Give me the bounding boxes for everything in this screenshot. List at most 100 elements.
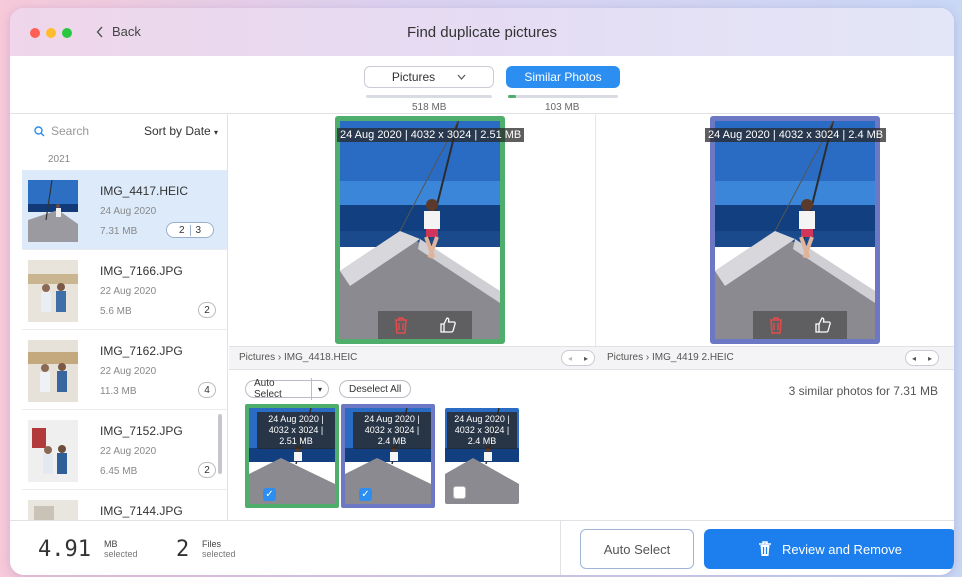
sort-by-date-button[interactable]: Sort by Date ▾ <box>144 124 218 138</box>
badge-part-b: 3 <box>195 224 202 236</box>
path-bar: Pictures › IMG_4418.HEIC ◂ ▸ Pictures › I… <box>229 346 954 370</box>
preview-photo <box>715 121 875 339</box>
similar-photo-tile[interactable]: 24 Aug 2020 | 4032 x 3024 | 2.4 MB ✓ <box>341 404 435 508</box>
badge-part-a: 2 <box>174 224 191 236</box>
tile-checkbox[interactable] <box>453 486 466 499</box>
preview-actions <box>378 311 472 339</box>
tile-checkbox[interactable]: ✓ <box>359 488 372 501</box>
unit-label: MB <box>104 539 118 549</box>
sidebar: Search Sort by Date ▾ 2021 IMG_4417.HEIC… <box>10 114 228 520</box>
selected-files-value: 2 <box>176 537 190 562</box>
similar-usage-fill <box>508 95 516 98</box>
search-icon <box>34 125 45 136</box>
sidebar-scrollbar[interactable] <box>218 414 222 474</box>
caption-line: 2.4 MB <box>377 436 407 446</box>
chevron-down-icon <box>457 74 466 80</box>
footer-bar: 4.91 MB selected 2 Files selected Auto S… <box>10 520 954 575</box>
right-preview[interactable] <box>710 116 880 344</box>
tile-caption: 24 Aug 2020 | 4032 x 3024 | 2.51 MB <box>257 412 335 449</box>
similar-photo-tile[interactable]: 24 Aug 2020 | 4032 x 3024 | 2.4 MB <box>445 408 519 504</box>
selected-size-unit: MB selected <box>104 539 138 559</box>
file-size: 7.31 MB <box>100 226 138 237</box>
list-item[interactable]: IMG_7152.JPG 22 Aug 2020 6.45 MB 2 <box>22 410 227 490</box>
file-name: IMG_7144.JPG <box>100 504 183 518</box>
caption-line: 4032 x 3024 | <box>454 425 510 435</box>
file-size: 11.3 MB <box>100 386 137 397</box>
prev-arrow-icon[interactable]: ◂ <box>912 354 916 363</box>
count-badge: 2 3 <box>166 222 214 238</box>
pictures-usage-bar <box>366 95 492 98</box>
auto-select-label: Auto Select <box>246 378 312 400</box>
file-size: 5.6 MB <box>100 306 132 317</box>
similar-count-note: 3 similar photos for 7.31 MB <box>788 384 938 398</box>
file-date: 22 Aug 2020 <box>100 446 157 457</box>
list-item[interactable]: IMG_7162.JPG 22 Aug 2020 11.3 MB 4 <box>22 330 227 410</box>
pictures-dropdown[interactable]: Pictures <box>364 66 494 88</box>
deselect-all-label: Deselect All <box>349 383 402 395</box>
auto-select-button[interactable]: Auto Select <box>580 529 694 569</box>
caption-line: 24 Aug 2020 | <box>364 414 420 424</box>
left-preview-caption: 24 Aug 2020 | 4032 x 3024 | 2.51 MB <box>337 128 525 142</box>
footer-divider <box>560 521 561 575</box>
review-and-remove-button[interactable]: Review and Remove <box>704 529 954 569</box>
trash-icon[interactable] <box>393 316 409 334</box>
year-header: 2021 <box>48 154 71 165</box>
caption-line: 4032 x 3024 | <box>364 425 420 435</box>
file-date: 22 Aug 2020 <box>100 286 157 297</box>
thumbs-up-icon[interactable] <box>814 316 832 334</box>
next-arrow-icon[interactable]: ▸ <box>584 354 588 363</box>
tile-checkbox[interactable]: ✓ <box>263 488 276 501</box>
preview-area: 24 Aug 2020 | 4032 x 3024 | 2.51 MB 24 A… <box>229 114 954 520</box>
app-window: Back Find duplicate pictures Pictures Si… <box>10 8 954 575</box>
file-date: 24 Aug 2020 <box>100 206 157 217</box>
photo-thumbnail <box>28 180 78 242</box>
photo-thumbnail <box>28 420 78 482</box>
file-size: 6.45 MB <box>100 466 138 477</box>
trash-icon[interactable] <box>768 316 784 334</box>
unit-label: Files <box>202 539 222 549</box>
search-placeholder: Search <box>51 124 90 138</box>
count-badge: 4 <box>198 382 216 398</box>
file-name: IMG_7152.JPG <box>100 424 183 438</box>
caption-line: 2.51 MB <box>279 436 313 446</box>
similar-photos-tab[interactable]: Similar Photos <box>506 66 620 88</box>
list-item[interactable]: IMG_4417.HEIC 24 Aug 2020 7.31 MB 2 3 <box>22 170 227 250</box>
auto-select-dropdown[interactable]: Auto Select ▾ <box>245 378 329 400</box>
similar-photo-tile[interactable]: 24 Aug 2020 | 4032 x 3024 | 2.51 MB ✓ <box>245 404 339 508</box>
thumbs-up-icon[interactable] <box>439 316 457 334</box>
photo-thumbnail <box>28 260 78 322</box>
pictures-size: 518 MB <box>412 102 447 113</box>
search-field[interactable]: Search <box>34 124 89 138</box>
preview-divider <box>595 114 596 346</box>
unit-sub-label: selected <box>202 549 236 559</box>
similar-usage-bar <box>508 95 618 98</box>
caption-line: 4032 x 3024 | <box>268 425 324 435</box>
similar-size: 103 MB <box>545 102 580 113</box>
left-preview[interactable] <box>335 116 505 344</box>
file-date: 22 Aug 2020 <box>100 366 157 377</box>
file-name: IMG_4417.HEIC <box>100 184 189 198</box>
selected-size-value: 4.91 <box>38 537 91 562</box>
deselect-all-button[interactable]: Deselect All <box>339 380 412 398</box>
file-name: IMG_7162.JPG <box>100 344 183 358</box>
next-arrow-icon[interactable]: ▸ <box>928 354 932 363</box>
count-badge: 2 <box>198 302 216 318</box>
unit-sub-label: selected <box>104 549 138 559</box>
prev-arrow-icon[interactable]: ◂ <box>568 354 572 363</box>
tile-caption: 24 Aug 2020 | 4032 x 3024 | 2.4 MB <box>447 412 517 449</box>
left-file-path: Pictures › IMG_4418.HEIC <box>239 352 358 363</box>
left-nav-arrows[interactable]: ◂ ▸ <box>561 350 595 366</box>
checkmark-icon: ✓ <box>361 489 370 500</box>
right-nav-arrows[interactable]: ◂ ▸ <box>905 350 939 366</box>
category-switcher: Pictures Similar Photos 518 MB 103 MB <box>10 56 954 114</box>
count-badge: 2 <box>198 462 216 478</box>
list-item[interactable]: IMG_7144.JPG <box>22 490 227 520</box>
tile-caption: 24 Aug 2020 | 4032 x 3024 | 2.4 MB <box>353 412 431 449</box>
caption-line: 2.4 MB <box>467 436 497 446</box>
list-item[interactable]: IMG_7166.JPG 22 Aug 2020 5.6 MB 2 <box>22 250 227 330</box>
preview-photo <box>340 121 500 339</box>
preview-actions <box>753 311 847 339</box>
caret-down-icon: ▾ <box>214 128 219 137</box>
photo-thumbnail <box>28 340 78 402</box>
photo-thumbnail <box>28 500 78 520</box>
